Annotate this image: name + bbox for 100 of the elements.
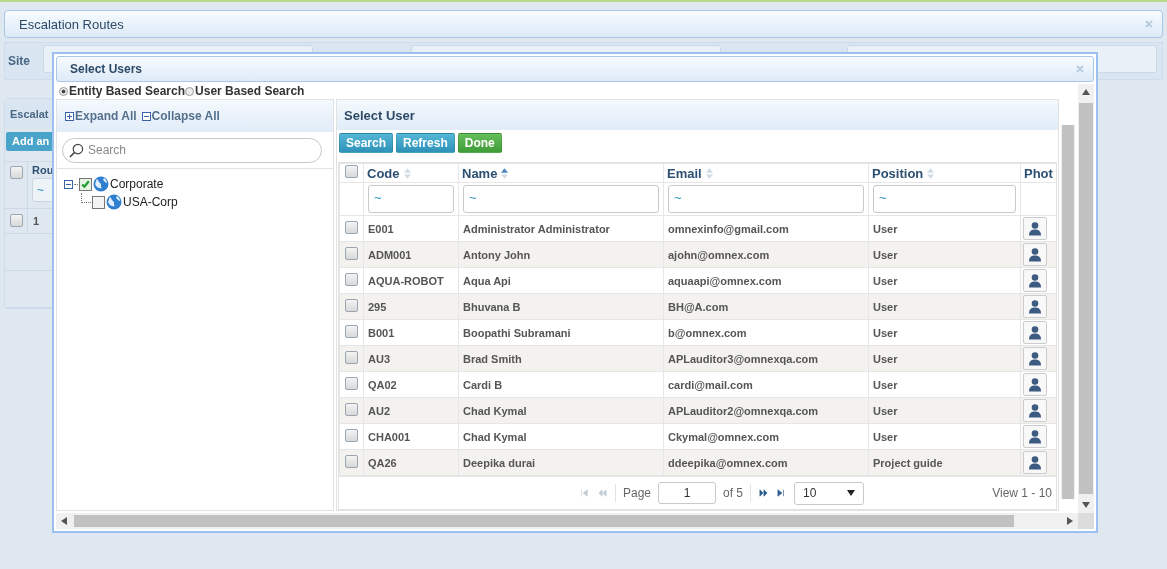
section-title: Escalat xyxy=(10,108,49,120)
table-cell: Boopathi Subramani xyxy=(463,326,571,339)
table-cell: b@omnex.com xyxy=(668,326,747,339)
scrollbar-corner xyxy=(1078,513,1094,529)
page-size-select[interactable]: 10 xyxy=(794,481,865,505)
table-cell: QA02 xyxy=(368,378,397,391)
radio-button[interactable] xyxy=(59,86,68,96)
column-header[interactable]: Name xyxy=(462,166,498,181)
table-cell: 295 xyxy=(368,300,387,313)
table-cell: Chad Kymal xyxy=(463,430,527,443)
table-cell: Brad Smith xyxy=(463,352,522,365)
checkbox[interactable] xyxy=(345,402,358,416)
scroll-up-icon[interactable] xyxy=(1082,88,1090,96)
filter-field[interactable]: ~ xyxy=(463,185,659,213)
sort-icon[interactable] xyxy=(501,168,509,179)
user-photo-button[interactable] xyxy=(1023,451,1047,474)
filter-field[interactable]: ~ xyxy=(368,185,454,213)
person-icon xyxy=(1027,324,1043,341)
page-count: of 5 xyxy=(723,486,744,500)
person-icon xyxy=(1027,454,1043,471)
checkbox[interactable] xyxy=(345,220,358,234)
tree-item[interactable]: Corporate xyxy=(110,177,164,191)
checkbox[interactable] xyxy=(345,246,358,260)
table-cell: omnexinfo@gmail.com xyxy=(668,222,789,235)
user-photo-button[interactable] xyxy=(1023,399,1047,422)
search-field[interactable]: Search xyxy=(62,137,322,163)
table-cell: Deepika durai xyxy=(463,456,536,469)
person-icon xyxy=(1027,428,1043,445)
collapse-icon[interactable] xyxy=(64,179,73,189)
user-photo-button[interactable] xyxy=(1023,295,1047,318)
checkbox[interactable] xyxy=(9,214,23,227)
user-photo-button[interactable] xyxy=(1023,243,1047,266)
scroll-left-icon[interactable] xyxy=(60,517,68,525)
checkbox[interactable] xyxy=(79,177,92,191)
checkbox[interactable] xyxy=(92,195,105,209)
filter-field[interactable]: ~ xyxy=(873,185,1016,213)
user-photo-button[interactable] xyxy=(1023,321,1047,344)
checkbox[interactable] xyxy=(345,350,358,364)
table-cell: User xyxy=(873,222,898,235)
scrollbar[interactable] xyxy=(1078,84,1094,513)
person-icon xyxy=(1027,402,1043,419)
person-icon xyxy=(1027,272,1043,289)
page-field[interactable]: 1 xyxy=(658,482,717,504)
column-header[interactable]: Email xyxy=(667,166,702,181)
checkbox[interactable] xyxy=(345,376,358,390)
collapse-icon[interactable] xyxy=(141,111,151,121)
checkbox[interactable] xyxy=(345,454,358,468)
expand-icon[interactable] xyxy=(65,111,74,121)
checkbox[interactable] xyxy=(345,428,358,442)
user-photo-button[interactable] xyxy=(1023,217,1047,240)
radio-button[interactable] xyxy=(185,86,195,96)
table-cell: ajohn@omnex.com xyxy=(668,248,770,261)
record-count: View 1 - 10 xyxy=(992,486,1052,500)
table-cell: Project guide xyxy=(873,456,943,469)
table-cell: ADM001 xyxy=(368,248,412,261)
checkbox[interactable] xyxy=(345,165,358,178)
scrollbar[interactable] xyxy=(1061,125,1075,499)
user-photo-button[interactable] xyxy=(1023,269,1047,292)
table-cell: User xyxy=(873,274,898,287)
dialog-title: Select Users xyxy=(70,62,143,76)
globe-icon xyxy=(106,194,122,210)
person-icon xyxy=(1027,246,1043,263)
table-cell: Ckymal@omnex.com xyxy=(668,430,779,443)
scroll-right-icon[interactable] xyxy=(1066,517,1074,525)
person-icon xyxy=(1027,220,1043,237)
expand-all-link[interactable]: Expand All xyxy=(75,109,137,123)
radio-label[interactable]: Entity Based Search xyxy=(69,84,186,98)
site-label: Site xyxy=(8,54,30,68)
table-cell: E001 xyxy=(368,222,394,235)
search-icon xyxy=(69,142,84,158)
person-icon xyxy=(1027,376,1043,393)
caret-icon xyxy=(847,490,856,496)
table-cell: Administrator Administrator xyxy=(463,222,610,235)
next-page-icon[interactable] xyxy=(758,489,770,497)
user-photo-button[interactable] xyxy=(1023,347,1047,370)
table-cell: User xyxy=(873,300,898,313)
table-cell: BH@A.com xyxy=(668,300,729,313)
scroll-down-icon[interactable] xyxy=(1082,501,1090,509)
user-photo-button[interactable] xyxy=(1023,425,1047,448)
close-icon[interactable] xyxy=(1075,64,1085,74)
radio-label[interactable]: User Based Search xyxy=(195,84,305,98)
user-photo-button[interactable] xyxy=(1023,373,1047,396)
table-cell: AU2 xyxy=(368,404,390,417)
checkbox[interactable] xyxy=(9,165,23,179)
table-cell: User xyxy=(873,378,898,391)
checkbox[interactable] xyxy=(345,298,358,312)
checkbox[interactable] xyxy=(345,272,358,286)
close-icon[interactable] xyxy=(1144,19,1154,29)
page-title: Escalation Routes xyxy=(19,16,124,32)
person-icon xyxy=(1027,298,1043,315)
table-cell: User xyxy=(873,430,898,443)
collapse-all-link[interactable]: Collapse All xyxy=(151,109,220,123)
table-cell: aquaapi@omnex.com xyxy=(668,274,782,287)
page-label: Page xyxy=(623,486,652,500)
table-cell: User xyxy=(873,248,898,261)
scrollbar[interactable] xyxy=(56,513,1078,529)
filter-field[interactable]: ~ xyxy=(668,185,864,213)
checkbox[interactable] xyxy=(345,324,358,338)
panel-title: Select User xyxy=(344,107,415,123)
tree-item[interactable]: USA-Corp xyxy=(123,195,178,209)
